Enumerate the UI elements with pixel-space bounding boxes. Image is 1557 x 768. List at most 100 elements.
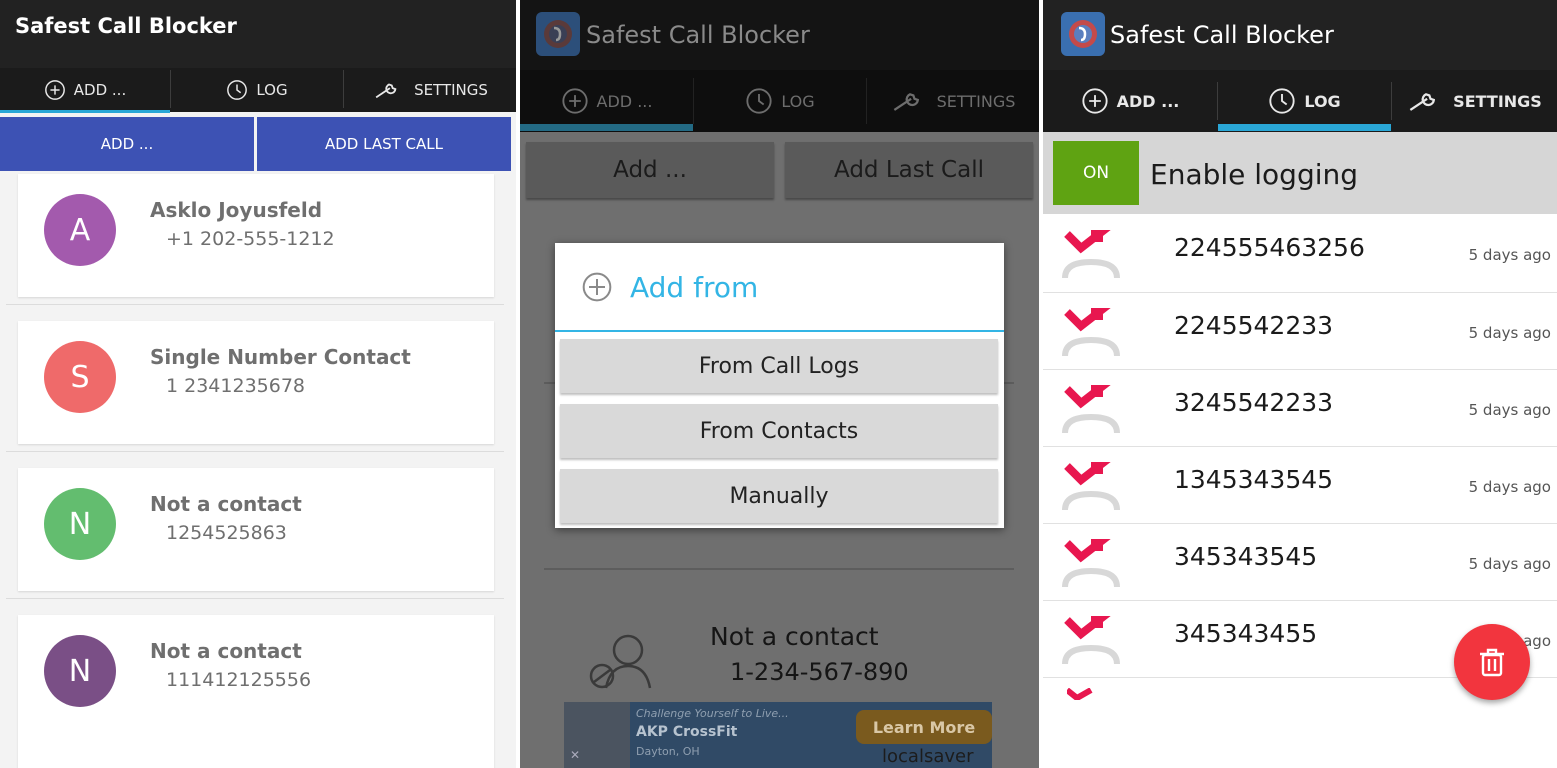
- avatar: N: [44, 488, 116, 560]
- log-row[interactable]: 2245542233 5 days ago: [1043, 293, 1557, 370]
- dialog-header: Add from: [555, 243, 1004, 330]
- app-logo-icon: [536, 12, 580, 56]
- contact-card[interactable]: A Asklo Joyusfeld +1 202-555-1212: [18, 174, 494, 297]
- logging-bar: ON Enable logging: [1043, 132, 1557, 214]
- divider: [544, 568, 1014, 570]
- log-row[interactable]: 345343545 5 days ago: [1043, 524, 1557, 601]
- clock-icon: [227, 80, 248, 100]
- app-bar: Safest Call Blocker: [1043, 0, 1557, 70]
- log-number: 345343455: [1174, 619, 1318, 648]
- contact-name: Not a contact: [150, 639, 302, 663]
- log-number: 224555463256: [1174, 233, 1365, 262]
- clock-icon: [1269, 88, 1295, 114]
- tab-settings-label: SETTINGS: [1453, 91, 1542, 111]
- tab-log-label: LOG: [1304, 91, 1341, 111]
- tab-add[interactable]: ADD ...: [1043, 70, 1217, 132]
- log-row[interactable]: 224555463256 5 days ago: [1043, 215, 1557, 292]
- contact-silhouette-icon: [589, 634, 652, 689]
- tab-add[interactable]: ADD ...: [520, 70, 693, 132]
- logging-toggle[interactable]: ON: [1053, 141, 1139, 205]
- log-row[interactable]: 1345343545 5 days ago: [1043, 447, 1557, 524]
- log-time: 5 days ago: [1468, 246, 1551, 264]
- contact-number: +1 202-555-1212: [166, 228, 335, 250]
- tab-log[interactable]: LOG: [694, 70, 866, 132]
- active-tab-indicator: [520, 124, 693, 131]
- dialog-title: Add from: [630, 271, 759, 304]
- ad-location: Dayton, OH: [636, 745, 700, 758]
- active-tab-indicator: [0, 110, 170, 113]
- call-log-screen: Safest Call Blocker ADD ... LOG SETTINGS…: [1043, 0, 1557, 768]
- tab-log[interactable]: LOG: [1218, 70, 1391, 132]
- tab-log[interactable]: LOG: [171, 68, 343, 112]
- contact-number: 1254525863: [166, 522, 287, 544]
- from-contacts-button[interactable]: From Contacts: [560, 404, 998, 458]
- tab-bar: ADD ... LOG SETTINGS: [1043, 70, 1557, 132]
- missed-call-icon: [1062, 462, 1120, 511]
- tab-add[interactable]: ADD ...: [0, 68, 170, 112]
- tab-settings[interactable]: SETTINGS: [344, 68, 516, 112]
- log-time: 5 days ago: [1468, 324, 1551, 342]
- divider: [6, 598, 504, 599]
- app-bar: Safest Call Blocker: [520, 0, 1039, 70]
- ad-banner[interactable]: ✕ Challenge Yourself to Live... AKP Cros…: [564, 702, 992, 768]
- add-circle-icon: [1082, 88, 1108, 114]
- app-title: Safest Call Blocker: [586, 21, 810, 49]
- log-number: 2245542233: [1174, 311, 1334, 340]
- ad-learn-more-button[interactable]: Learn More: [856, 710, 992, 744]
- add-button[interactable]: ADD ...: [0, 117, 254, 171]
- divider: [6, 451, 504, 452]
- divider: [6, 304, 504, 305]
- add-last-call-button[interactable]: ADD LAST CALL: [257, 117, 511, 171]
- tab-add-label: ADD ...: [73, 81, 127, 99]
- from-call-logs-button[interactable]: From Call Logs: [560, 339, 998, 393]
- ad-brand-logo: localsaver: [882, 746, 974, 767]
- contact-card[interactable]: N Not a contact 1254525863: [18, 468, 494, 591]
- ad-tagline: Challenge Yourself to Live...: [636, 707, 789, 720]
- manually-button[interactable]: Manually: [560, 469, 998, 523]
- contacts-screen: Safest Call Blocker ADD ... LOG SETTINGS…: [0, 0, 516, 768]
- log-number: 345343545: [1174, 542, 1318, 571]
- active-tab-indicator: [1218, 124, 1391, 131]
- missed-call-icon: [1062, 230, 1120, 279]
- contact-card[interactable]: S Single Number Contact 1 2341235678: [18, 321, 494, 444]
- missed-call-icon: [1062, 385, 1120, 434]
- logging-label: Enable logging: [1150, 158, 1359, 191]
- contact-name: Asklo Joyusfeld: [150, 198, 323, 222]
- ad-business-name: AKP CrossFit: [636, 724, 738, 740]
- log-time: 5 days ago: [1468, 401, 1551, 419]
- log-row[interactable]: 3245542233 5 days ago: [1043, 370, 1557, 447]
- missed-call-icon: [1067, 688, 1093, 700]
- contact-number: 111412125556: [166, 669, 312, 691]
- tab-log-label: LOG: [256, 81, 288, 99]
- app-bar: Safest Call Blocker: [0, 0, 516, 68]
- contact-name: Not a contact: [150, 492, 302, 516]
- tab-settings-label: SETTINGS: [936, 91, 1016, 111]
- tab-settings[interactable]: SETTINGS: [867, 70, 1039, 132]
- app-title: Safest Call Blocker: [15, 14, 237, 38]
- add-from-dialog: Add from From Call Logs From Contacts Ma…: [555, 243, 1004, 528]
- add-last-call-button[interactable]: Add Last Call: [785, 142, 1033, 198]
- wrench-icon: [375, 83, 397, 99]
- trash-icon: [1480, 648, 1504, 677]
- tab-settings[interactable]: SETTINGS: [1392, 70, 1557, 132]
- ad-close-icon[interactable]: ✕: [570, 748, 580, 762]
- blocked-contacts-list: A Asklo Joyusfeld +1 202-555-1212 S Sing…: [0, 171, 516, 768]
- contact-name: Single Number Contact: [150, 345, 411, 369]
- add-button[interactable]: Add ...: [526, 142, 774, 198]
- add-from-dialog-screen: Safest Call Blocker ADD ... LOG SETTINGS…: [520, 0, 1039, 768]
- tab-bar: ADD ... LOG SETTINGS: [520, 70, 1039, 132]
- app-title: Safest Call Blocker: [1110, 21, 1334, 49]
- delete-log-button[interactable]: [1454, 624, 1530, 700]
- log-time: 5 days ago: [1468, 555, 1551, 573]
- contact-name: Not a contact: [710, 622, 879, 651]
- tab-settings-label: SETTINGS: [414, 81, 488, 99]
- tab-add-label: ADD ...: [1116, 91, 1180, 111]
- avatar: N: [44, 635, 116, 707]
- add-circle-icon: [44, 80, 65, 100]
- contact-card[interactable]: N Not a contact 111412125556: [18, 615, 494, 768]
- missed-call-icon: [1062, 539, 1120, 588]
- avatar: A: [44, 194, 116, 266]
- avatar: S: [44, 341, 116, 413]
- contact-number: 1-234-567-890: [730, 658, 909, 686]
- clock-icon: [746, 88, 772, 114]
